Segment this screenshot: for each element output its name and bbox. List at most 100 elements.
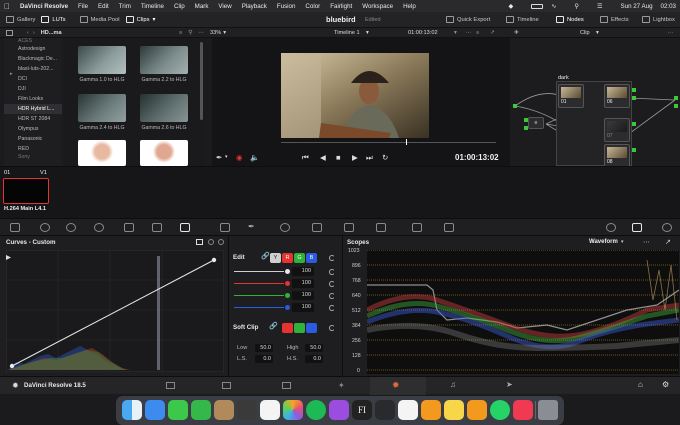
final-cut-icon[interactable]: FI bbox=[352, 400, 372, 420]
scrollbar[interactable] bbox=[200, 42, 203, 120]
podcasts-icon[interactable] bbox=[329, 400, 349, 420]
dropbox-icon[interactable]: ◆ bbox=[508, 3, 513, 10]
search-icon[interactable]: ⚲ bbox=[574, 3, 579, 10]
search-icon[interactable]: ⚲ bbox=[188, 30, 192, 36]
ls-value[interactable]: 0.0 bbox=[255, 355, 273, 363]
spotify-icon[interactable] bbox=[306, 400, 326, 420]
app-menu[interactable]: DaVinci Resolve bbox=[20, 3, 68, 10]
channel-b-button[interactable]: B bbox=[306, 253, 317, 263]
photos-icon[interactable] bbox=[283, 400, 303, 420]
output-port[interactable] bbox=[674, 104, 678, 108]
app-icon[interactable] bbox=[237, 400, 257, 420]
wifi-icon[interactable]: ∿ bbox=[551, 3, 556, 10]
output-port[interactable] bbox=[632, 96, 636, 100]
whatsapp-icon[interactable] bbox=[490, 400, 510, 420]
fusion-page-icon[interactable]: ✦ bbox=[338, 381, 345, 390]
panel-toggle-icon[interactable] bbox=[6, 29, 13, 36]
finder-icon[interactable] bbox=[122, 400, 142, 420]
lut-folder-item[interactable]: Blackmagic De... bbox=[4, 54, 62, 64]
quick-export-button[interactable]: Quick Export bbox=[446, 16, 490, 23]
play-icon[interactable]: ▶ bbox=[352, 153, 358, 162]
curve-type-icon[interactable] bbox=[196, 239, 203, 245]
zoom-level[interactable]: 33% bbox=[210, 30, 221, 36]
clip-mode-chevron-icon[interactable]: ▾ bbox=[596, 30, 599, 36]
lut-folder-item[interactable]: Sony bbox=[4, 154, 62, 160]
reset-icon[interactable] bbox=[329, 281, 335, 287]
mail-icon[interactable] bbox=[145, 400, 165, 420]
expand-arrow-icon[interactable]: ▸ bbox=[10, 71, 13, 77]
color-node[interactable]: 06 bbox=[604, 84, 630, 108]
scopes-toggle-icon[interactable] bbox=[632, 223, 642, 232]
apple-icon[interactable]:  bbox=[4, 2, 10, 11]
scope-expand-icon[interactable]: ↗ bbox=[665, 238, 671, 246]
lut-folder-item[interactable]: Film Looks bbox=[4, 94, 62, 104]
control-center-icon[interactable]: ☰ bbox=[597, 3, 603, 10]
color-page-icon[interactable]: ✹ bbox=[392, 380, 400, 391]
deliver-page-icon[interactable]: ➤ bbox=[506, 380, 513, 389]
pages-icon[interactable] bbox=[421, 400, 441, 420]
soft-clip-b-button[interactable] bbox=[306, 323, 317, 333]
scope-settings-icon[interactable]: ⋯ bbox=[643, 238, 650, 246]
color-node[interactable]: 01 bbox=[558, 84, 584, 108]
books-icon[interactable] bbox=[467, 400, 487, 420]
viewer-list-icon[interactable]: ≡ bbox=[476, 30, 479, 36]
menu-color[interactable]: Color bbox=[305, 3, 320, 10]
output-port[interactable] bbox=[674, 96, 678, 100]
media-page-icon[interactable] bbox=[166, 382, 175, 389]
folder-path[interactable]: HD...ma bbox=[41, 30, 62, 36]
sizing-icon[interactable] bbox=[444, 223, 454, 232]
motion-effects-icon[interactable] bbox=[124, 223, 134, 232]
low-value[interactable]: 50.0 bbox=[255, 344, 273, 352]
menu-edit[interactable]: Edit bbox=[98, 3, 109, 10]
soft-clip-r-button[interactable] bbox=[282, 323, 293, 333]
camera-raw-icon[interactable] bbox=[10, 223, 20, 232]
menu-file[interactable]: File bbox=[78, 3, 88, 10]
channel-g-button[interactable]: G bbox=[294, 253, 305, 263]
skip-end-icon[interactable]: ⏭ bbox=[366, 153, 373, 163]
lut-folder-item-selected[interactable]: HDR Hybrid L... bbox=[4, 104, 62, 114]
lut-folder-item[interactable]: Astrodesign bbox=[4, 44, 62, 54]
video-frame[interactable] bbox=[281, 53, 429, 138]
cut-page-icon[interactable] bbox=[222, 382, 231, 389]
edit-page-icon[interactable] bbox=[282, 382, 291, 389]
splitter-node[interactable]: ≡ bbox=[528, 117, 544, 129]
link-icon[interactable]: 🔗 bbox=[261, 252, 270, 260]
curves-graph[interactable] bbox=[6, 250, 224, 372]
facetime-icon[interactable] bbox=[191, 400, 211, 420]
high-value[interactable]: 50.0 bbox=[305, 344, 323, 352]
menu-fusion[interactable]: Fusion bbox=[277, 3, 296, 10]
soft-clip-g-button[interactable] bbox=[294, 323, 305, 333]
menu-mark[interactable]: Mark bbox=[195, 3, 209, 10]
loop-icon[interactable]: ↻ bbox=[382, 153, 388, 162]
channel-value[interactable]: 100 bbox=[292, 267, 314, 276]
more-options-icon[interactable]: ⋯ bbox=[198, 30, 204, 36]
window-icon[interactable] bbox=[280, 223, 290, 232]
color-wheels-icon[interactable] bbox=[66, 223, 76, 232]
reset-icon[interactable] bbox=[329, 305, 335, 311]
home-icon[interactable]: ⌂ bbox=[638, 380, 643, 389]
reminders-icon[interactable] bbox=[398, 400, 418, 420]
messages-icon[interactable] bbox=[168, 400, 188, 420]
channel-value[interactable]: 100 bbox=[292, 279, 314, 288]
color-match-icon[interactable] bbox=[40, 223, 50, 232]
fairlight-page-icon[interactable]: ♫ bbox=[450, 380, 456, 389]
lut-thumbnail[interactable] bbox=[140, 140, 188, 166]
menu-workspace[interactable]: Workspace bbox=[362, 3, 393, 10]
output-port[interactable] bbox=[632, 148, 636, 152]
link-icon[interactable]: 🔗 bbox=[269, 322, 278, 330]
lut-folder-item[interactable]: HDR ST 2084 bbox=[4, 114, 62, 124]
stop-icon[interactable]: ■ bbox=[336, 153, 341, 162]
channel-r-button[interactable]: R bbox=[282, 253, 293, 263]
clip-mode[interactable]: Clip bbox=[580, 30, 590, 36]
menu-timeline[interactable]: Timeline bbox=[141, 3, 164, 10]
reset-icon[interactable] bbox=[329, 269, 335, 275]
lut-folder-item[interactable]: DJI bbox=[4, 84, 62, 94]
timeline-chevron-icon[interactable]: ▾ bbox=[366, 30, 369, 36]
menu-help[interactable]: Help bbox=[403, 3, 416, 10]
menu-clip[interactable]: Clip bbox=[174, 3, 185, 10]
music-icon[interactable] bbox=[513, 400, 533, 420]
stereo-icon[interactable] bbox=[606, 223, 616, 232]
lut-folder-item[interactable]: Panasonic bbox=[4, 134, 62, 144]
effects-button[interactable]: Effects bbox=[600, 16, 629, 23]
tracker-icon[interactable] bbox=[312, 223, 322, 232]
